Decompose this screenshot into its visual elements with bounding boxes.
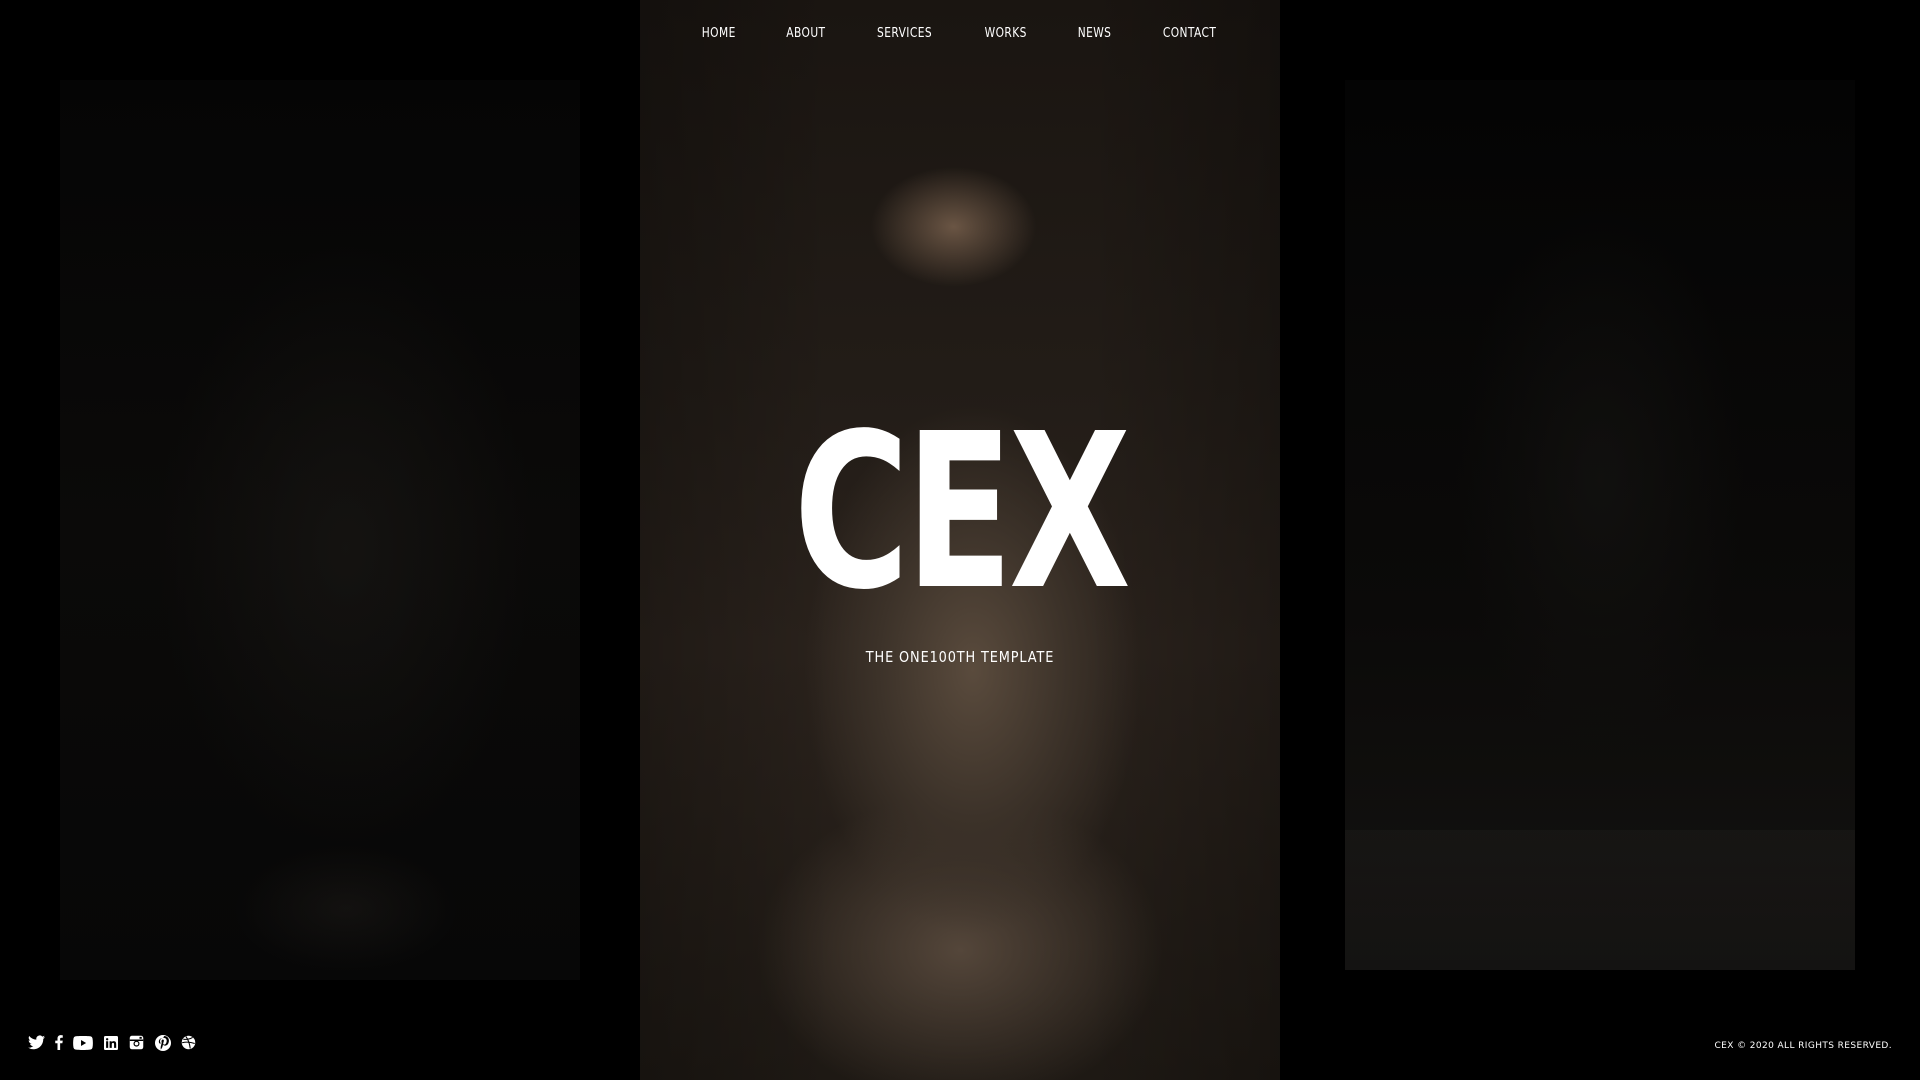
nav-about[interactable]: ABOUT [786, 22, 825, 46]
instagram-icon[interactable] [128, 1034, 145, 1051]
twitter-icon[interactable] [28, 1034, 45, 1051]
nav-home[interactable]: HOME [702, 22, 736, 46]
main-nav: HOME ABOUT SERVICES WORKS NEWS CONTACT [640, 22, 1280, 46]
youtube-icon[interactable] [73, 1034, 93, 1051]
nav-news[interactable]: NEWS [1077, 22, 1111, 46]
facebook-icon[interactable] [54, 1034, 64, 1051]
nav-works[interactable]: WORKS [985, 22, 1027, 46]
dribbble-icon[interactable] [180, 1034, 197, 1051]
right-photo-floor [1345, 830, 1855, 970]
page-stage: HOME ABOUT SERVICES WORKS NEWS CONTACT C… [0, 0, 1920, 1080]
pinterest-icon[interactable] [154, 1034, 171, 1051]
left-background-photo [60, 80, 580, 980]
copyright-text: CEX © 2020 ALL RIGHTS RESERVED. [1714, 1041, 1892, 1051]
hero-subtitle: THE ONE100TH TEMPLATE [865, 648, 1055, 666]
linkedin-icon[interactable] [102, 1034, 119, 1051]
nav-contact[interactable]: CONTACT [1163, 22, 1216, 46]
nav-services[interactable]: SERVICES [877, 22, 932, 46]
hero-title: CEX [793, 388, 1131, 637]
social-links [28, 1034, 197, 1051]
